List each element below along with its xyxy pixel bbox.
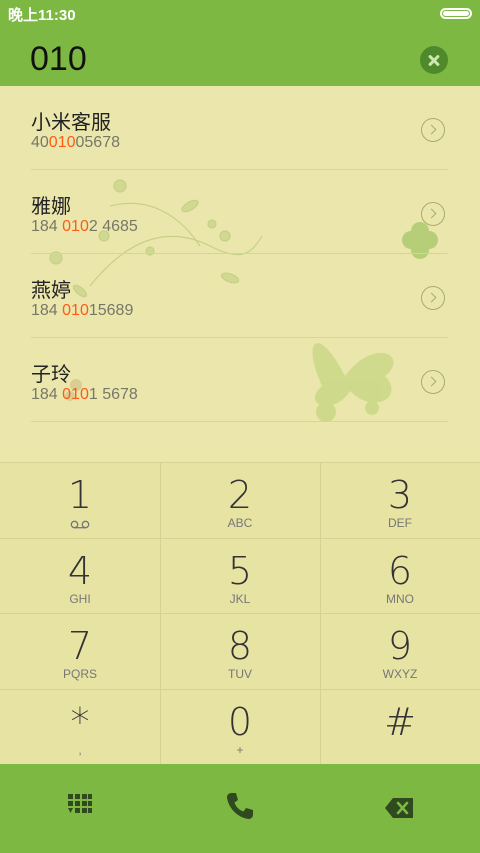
- contact-row[interactable]: 燕婷 184 01015689: [31, 254, 448, 338]
- battery-icon: [440, 8, 472, 19]
- key-0[interactable]: 0 +: [160, 689, 320, 765]
- key-letters: ABC: [227, 516, 253, 530]
- dialed-number-field[interactable]: 010: [30, 40, 87, 79]
- key-digit: #: [384, 700, 416, 744]
- key-8[interactable]: 8 TUV: [160, 613, 320, 689]
- key-5[interactable]: 5 JKL: [160, 538, 320, 614]
- key-4[interactable]: 4 GHI: [0, 538, 160, 614]
- key-digit: 8: [227, 624, 253, 668]
- contact-name: 子玲: [31, 362, 71, 386]
- contact-number: 184 0101 5678: [31, 386, 138, 404]
- key-7[interactable]: 7 PQRS: [0, 613, 160, 689]
- dialpad-icon[interactable]: [67, 792, 93, 818]
- contact-number: 184 01015689: [31, 302, 133, 320]
- key-star[interactable]: * ,: [0, 689, 160, 765]
- bottom-action-bar: [0, 764, 480, 853]
- contact-detail-arrow-icon[interactable]: [421, 370, 445, 394]
- number-suffix: 05678: [75, 134, 121, 151]
- key-2[interactable]: 2 ABC: [160, 462, 320, 538]
- key-letters: MNO: [386, 592, 414, 606]
- contact-number: 184 0102 4685: [31, 218, 138, 236]
- phone-call-icon[interactable]: [224, 790, 256, 822]
- contact-name: 雅娜: [31, 194, 71, 218]
- key-letters: GHI: [69, 592, 91, 606]
- number-prefix: 184: [31, 386, 63, 403]
- number-match-highlight: 010: [62, 386, 89, 403]
- key-hash[interactable]: #: [320, 689, 480, 765]
- number-suffix: 2 4685: [88, 218, 138, 235]
- key-digit: 5: [227, 549, 253, 593]
- key-letters: TUV: [228, 667, 252, 681]
- contact-detail-arrow-icon[interactable]: [421, 202, 445, 226]
- number-suffix: 1 5678: [88, 386, 138, 403]
- key-letters: +: [236, 743, 244, 757]
- dial-header: 010: [0, 26, 480, 86]
- number-suffix: 15689: [88, 302, 134, 319]
- key-digit: 0: [227, 700, 253, 744]
- key-6[interactable]: 6 MNO: [320, 538, 480, 614]
- voicemail-icon: [70, 520, 90, 529]
- status-time: 晚上11:30: [8, 7, 76, 24]
- status-bar: 晚上11:30: [0, 0, 480, 26]
- key-digit: 2: [227, 473, 253, 517]
- clear-input-button[interactable]: [420, 46, 448, 74]
- key-3[interactable]: 3 DEF: [320, 462, 480, 538]
- number-prefix: 184: [31, 218, 63, 235]
- contact-name: 燕婷: [31, 278, 71, 302]
- key-digit: 7: [67, 624, 93, 668]
- contact-row[interactable]: 雅娜 184 0102 4685: [31, 170, 448, 254]
- contact-detail-arrow-icon[interactable]: [421, 286, 445, 310]
- key-digit: 3: [387, 473, 413, 517]
- contact-number: 4001005678: [31, 134, 120, 152]
- number-prefix: 40: [31, 134, 49, 151]
- number-match-highlight: 010: [62, 218, 89, 235]
- number-match-highlight: 010: [48, 134, 76, 151]
- key-digit: 1: [67, 473, 93, 517]
- contact-name: 小米客服: [31, 110, 111, 134]
- key-digit: *: [70, 700, 90, 744]
- key-digit: 6: [387, 549, 413, 593]
- backspace-icon[interactable]: [384, 797, 414, 819]
- number-prefix: 184: [31, 302, 63, 319]
- contact-row[interactable]: 小米客服 4001005678: [31, 86, 448, 170]
- key-letters: DEF: [388, 516, 412, 530]
- dial-keypad: 1 2 ABC 3 DEF 4 GHI 5 JKL 6 MNO 7 PQRS 8…: [0, 462, 480, 764]
- key-letters: JKL: [229, 592, 251, 606]
- contact-detail-arrow-icon[interactable]: [421, 118, 445, 142]
- key-letters: WXYZ: [382, 667, 418, 681]
- number-match-highlight: 010: [62, 302, 89, 319]
- contact-match-list[interactable]: 小米客服 4001005678 雅娜 184 0102 4685 燕婷 184 …: [0, 86, 480, 462]
- contact-row[interactable]: 子玲 184 0101 5678: [31, 338, 448, 422]
- key-digit: 4: [67, 549, 93, 593]
- key-letters: PQRS: [62, 667, 97, 681]
- key-1[interactable]: 1: [0, 462, 160, 538]
- key-letters: ,: [78, 743, 82, 757]
- key-9[interactable]: 9 WXYZ: [320, 613, 480, 689]
- key-digit: 9: [387, 624, 413, 668]
